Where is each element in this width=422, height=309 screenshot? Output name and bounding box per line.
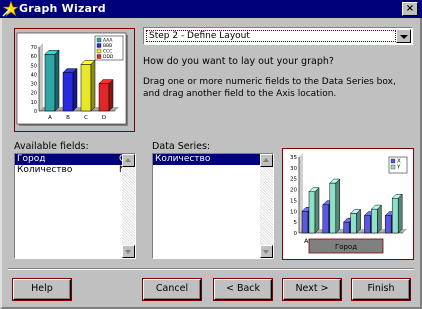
axis-field-label: Город xyxy=(335,243,357,251)
list-item[interactable]: Количество N xyxy=(15,165,135,176)
scroll-down-button[interactable] xyxy=(260,245,273,258)
layout-bar xyxy=(370,204,383,234)
preview-y-tick: 50 xyxy=(31,63,37,69)
preview-y-tick: 60 xyxy=(31,54,37,60)
layout-y-tick: 5 xyxy=(294,220,298,226)
preview-legend-label: BBB xyxy=(103,43,112,49)
back-button[interactable]: < Back xyxy=(213,278,273,301)
preview-y-tick: 40 xyxy=(31,72,37,78)
preview-bar xyxy=(98,78,114,112)
preview-legend-label: CCC xyxy=(103,49,112,55)
available-fields-list[interactable]: Город C Количество N xyxy=(14,153,136,259)
layout-chart-graphic: 35 30 25 20 15 10 5 0A Город XY xyxy=(283,149,413,259)
scroll-down-button[interactable] xyxy=(122,245,135,258)
preview-y-tick: 10 xyxy=(31,100,37,106)
preview-legend-label: DDD xyxy=(103,54,114,60)
chevron-down-icon[interactable] xyxy=(396,29,411,43)
field-name: Город xyxy=(17,154,46,164)
close-button[interactable]: × xyxy=(402,2,418,16)
preview-legend-swatch xyxy=(96,37,102,43)
preview-y-tick: 0 xyxy=(34,109,37,115)
layout-chart-preview: 35 30 25 20 15 10 5 0 A Город X Y xyxy=(282,148,414,260)
layout-y-tick: 35 xyxy=(290,155,297,161)
scroll-up-button[interactable] xyxy=(122,154,135,167)
help-button[interactable]: Help xyxy=(12,278,72,301)
layout-y-tick: 25 xyxy=(290,177,297,183)
series-name: Количество xyxy=(155,154,211,164)
preview-legend-swatch xyxy=(96,54,102,59)
layout-x-tick: A xyxy=(304,237,309,245)
preview-bar xyxy=(44,49,60,112)
layout-y-tick: 15 xyxy=(290,198,297,204)
finish-button[interactable]: Finish xyxy=(351,278,411,301)
cancel-button[interactable]: Cancel xyxy=(142,278,202,301)
layout-bar xyxy=(329,178,341,234)
preview-x-tick: B xyxy=(66,115,70,121)
next-button[interactable]: Next > xyxy=(282,278,342,301)
list-item[interactable]: Количество xyxy=(153,154,273,165)
preview-y-tick: 30 xyxy=(31,82,37,88)
layout-y-tick: 0 xyxy=(294,231,298,237)
layout-instructions: Drag one or more numeric fields to the D… xyxy=(143,77,396,99)
axis-field-dropzone: Город xyxy=(308,238,384,254)
preview-bar xyxy=(80,59,96,112)
preview-legend-label: AAA xyxy=(103,38,113,44)
step-select[interactable]: Step 2 - Define Layout xyxy=(143,27,413,45)
layout-bar xyxy=(349,208,362,234)
step-select-value: Step 2 - Define Layout xyxy=(146,30,396,42)
preview-x-tick: C xyxy=(84,115,88,121)
list-item[interactable]: Город C xyxy=(15,154,135,165)
separator xyxy=(8,268,414,270)
vertical-scrollbar[interactable] xyxy=(122,154,135,258)
preview-y-tick: 70 xyxy=(31,45,37,51)
chart-type-preview: 70 60 50 40 30 20 10 0 A B C D AAA BBB CCC DDD xyxy=(14,28,135,132)
available-fields-label: Available fields: xyxy=(14,141,89,152)
data-series-label: Data Series: xyxy=(152,141,211,152)
layout-legend-swatch xyxy=(390,164,396,170)
layout-bar xyxy=(391,193,403,234)
layout-legend-swatch xyxy=(390,158,396,164)
layout-y-tick: 20 xyxy=(290,188,297,194)
vertical-scrollbar[interactable] xyxy=(260,154,273,258)
preview-y-tick: 20 xyxy=(31,91,37,97)
preview-legend: AAABBBCCCDDD xyxy=(94,35,124,61)
layout-bar xyxy=(308,187,320,234)
window-title: Graph Wizard xyxy=(19,2,106,15)
wizard-star-icon xyxy=(2,1,18,17)
preview-wall xyxy=(39,43,43,111)
title-bar[interactable]: Graph Wizard × xyxy=(0,0,422,18)
field-name: Количество xyxy=(17,165,73,175)
layout-y-tick: 30 xyxy=(290,166,297,172)
preview-x-tick: A xyxy=(48,115,52,121)
layout-question: How do you want to lay out your graph? xyxy=(143,56,334,67)
layout-legend-label: Y xyxy=(396,165,401,171)
preview-legend-swatch xyxy=(96,43,102,48)
layout-y-tick: 10 xyxy=(290,209,297,215)
data-series-list[interactable]: Количество xyxy=(152,153,274,259)
preview-legend-swatch xyxy=(96,48,102,54)
preview-x-tick: D xyxy=(102,115,106,121)
preview-chart-graphic: 70 60 50 40 30 20 10 0 A B C D AAABBBCCCDDD xyxy=(16,32,128,126)
scroll-up-button[interactable] xyxy=(260,154,273,167)
layout-legend: XY xyxy=(388,156,408,174)
preview-bar xyxy=(62,67,78,112)
